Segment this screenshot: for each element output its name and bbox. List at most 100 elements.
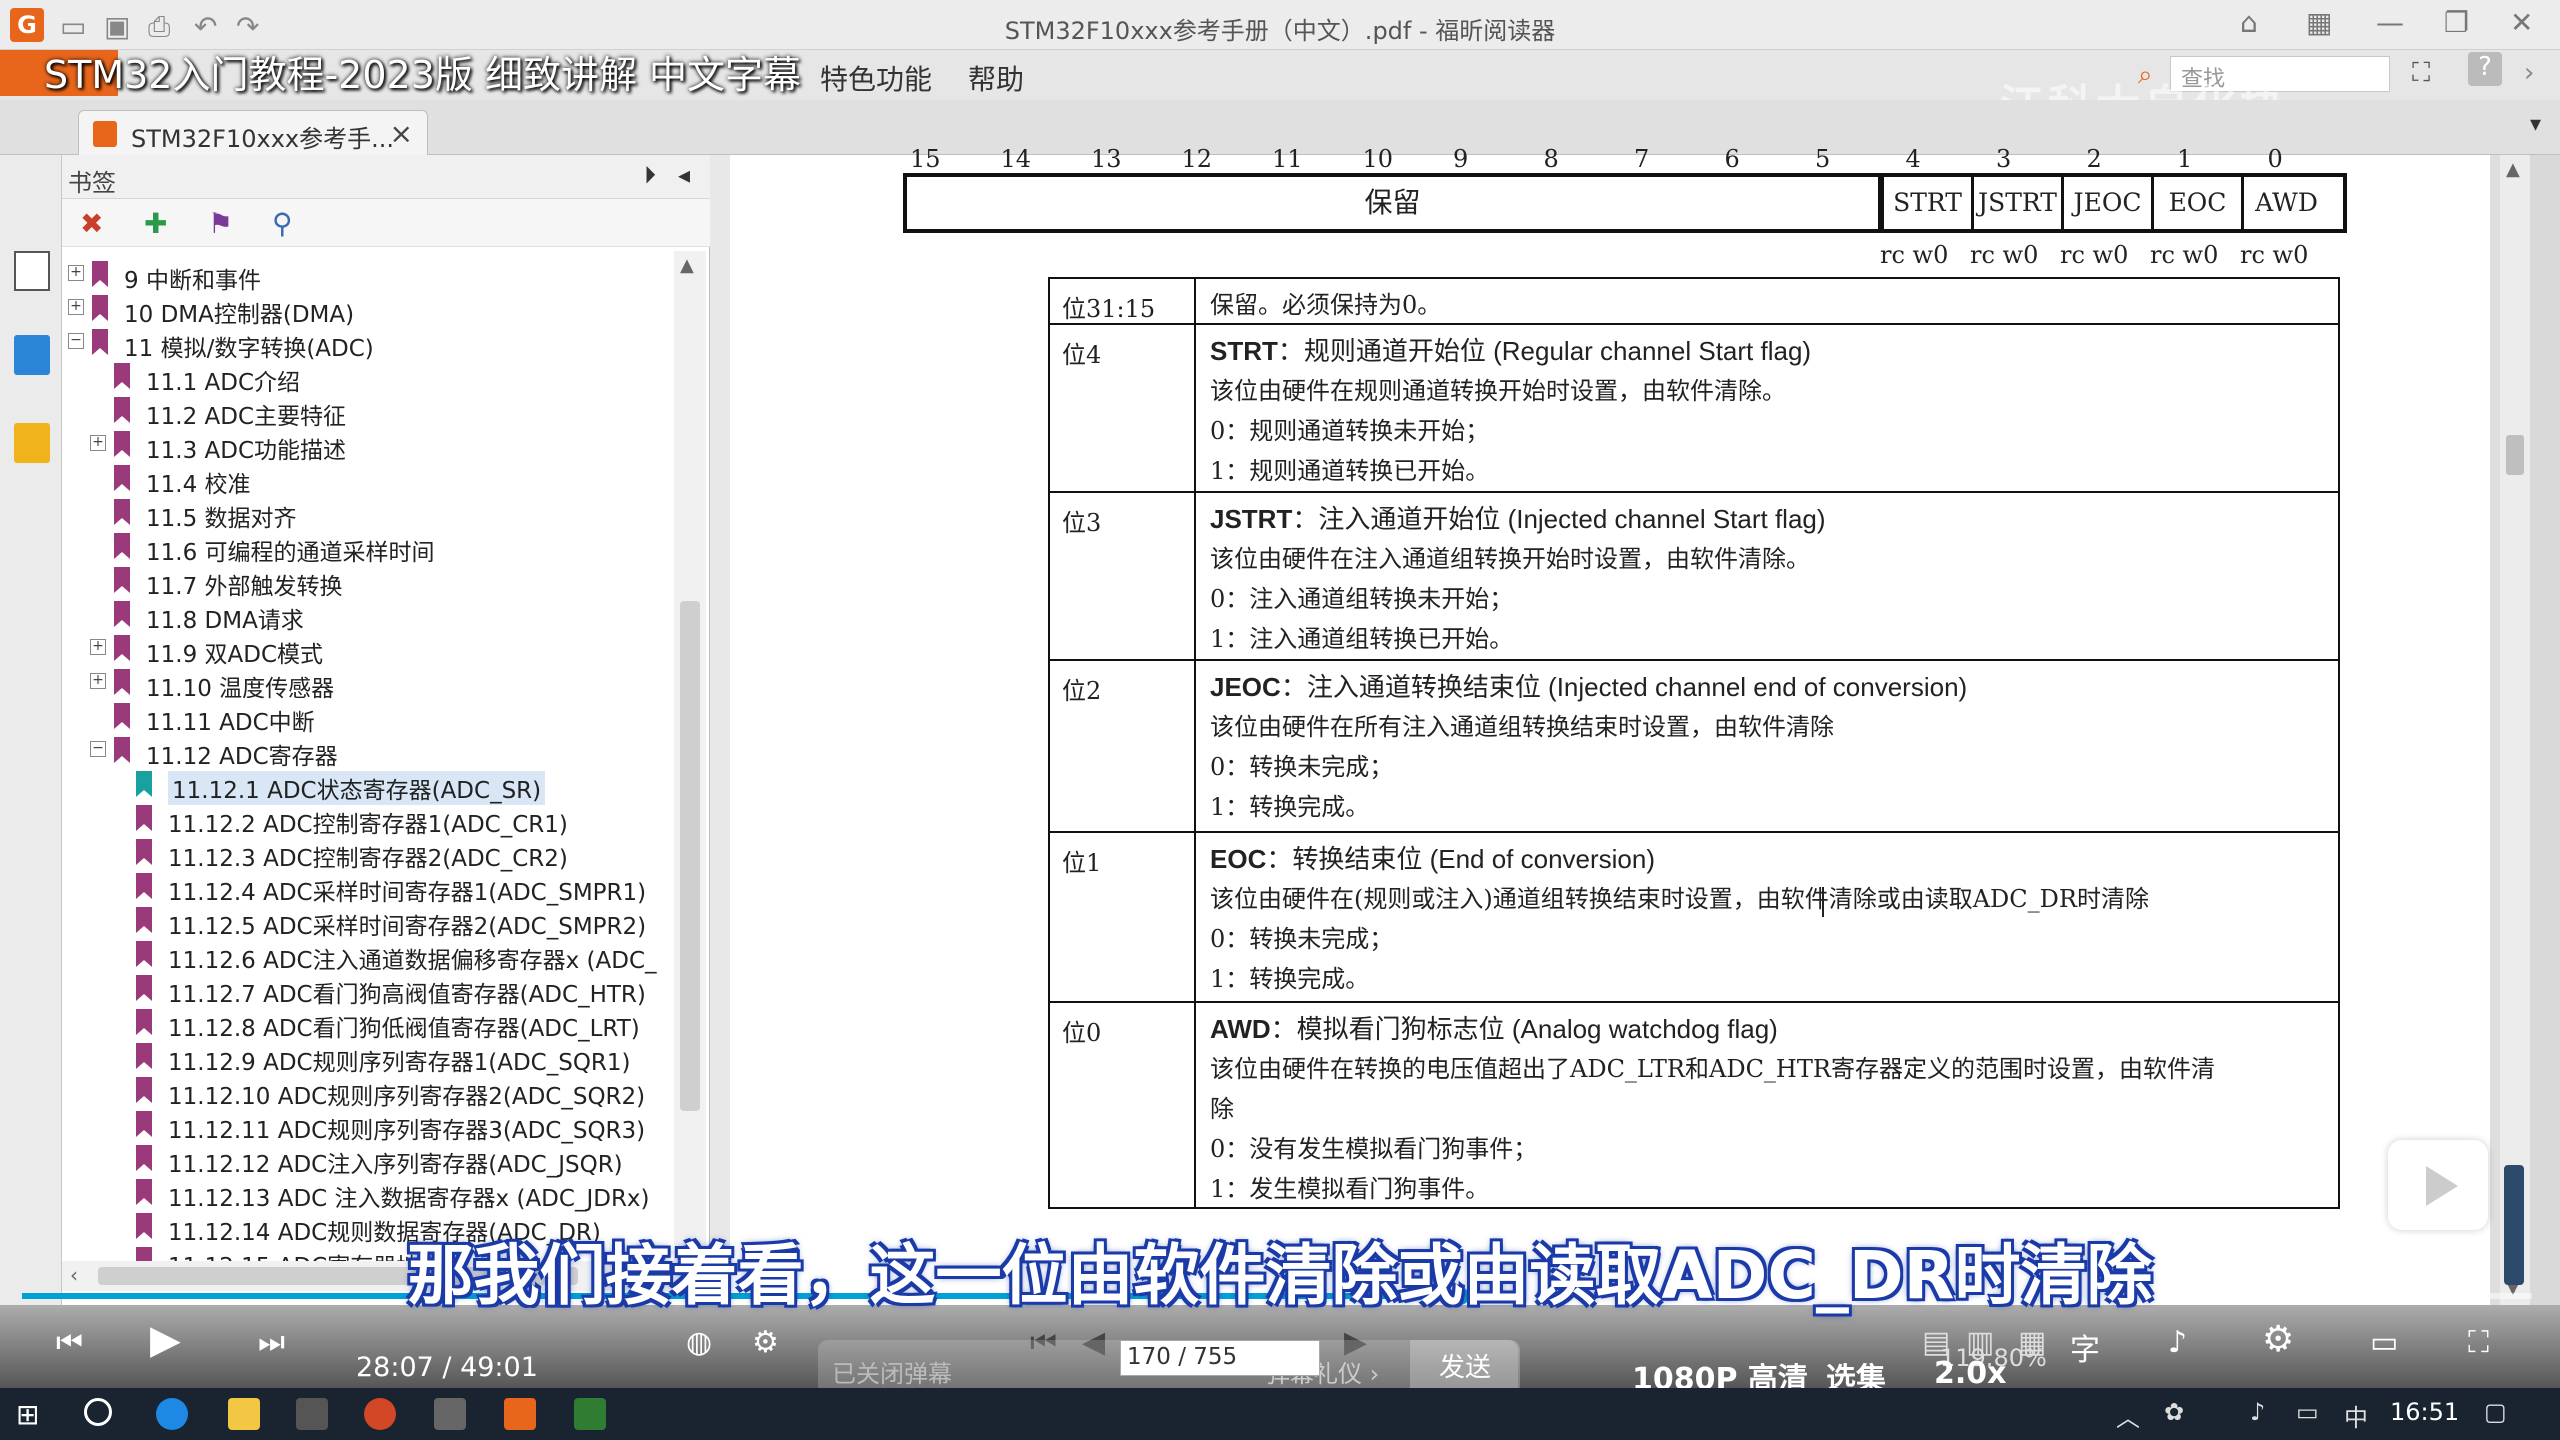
bookmark-item[interactable]: 11.12.7 ADC看门狗高阀值寄存器(ADC_HTR) xyxy=(62,973,662,1008)
volume-icon[interactable]: ♪ xyxy=(2168,1325,2187,1360)
bookmark-item[interactable]: 11.12.8 ADC看门狗低阀值寄存器(ADC_LRT) xyxy=(62,1007,662,1042)
panel-collapse-icon[interactable]: ◂ xyxy=(678,161,690,189)
bookmark-item[interactable]: 11.4 校准 xyxy=(62,463,662,498)
bookmark-item[interactable]: 11.11 ADC中断 xyxy=(62,701,662,736)
menu-item-help[interactable]: 帮助 xyxy=(968,58,1024,98)
bookmark-item[interactable]: 11.12.5 ADC采样时间寄存器2(ADC_SMPR2) xyxy=(62,905,662,940)
bit-number: 5 xyxy=(1815,145,1831,173)
notification-icon[interactable]: ▢ xyxy=(2484,1398,2507,1426)
bookmark-item[interactable]: 11.6 可编程的通道采样时间 xyxy=(62,531,662,566)
tree-expander-icon[interactable]: + xyxy=(68,299,84,315)
layout-icon[interactable]: ▦ xyxy=(2306,6,2332,39)
tree-expander-icon[interactable]: + xyxy=(90,435,106,451)
danmaku-settings-icon[interactable]: ⚙ xyxy=(752,1325,779,1360)
bookmark-item[interactable]: − 11 模拟/数字转换(ADC) xyxy=(62,327,662,362)
bookmark-item[interactable]: 11.1 ADC介绍 xyxy=(62,361,662,396)
edge-browser-icon[interactable] xyxy=(156,1398,188,1430)
panel-expand-icon[interactable]: ⏵ xyxy=(644,161,656,189)
bookmark-vertical-scrollbar[interactable]: ▲ xyxy=(674,251,706,1261)
tray-app-icon[interactable]: ✿ xyxy=(2164,1398,2184,1426)
bookmark-item[interactable]: 11.12.12 ADC注入序列寄存器(ADC_JSQR) xyxy=(62,1143,662,1178)
scroll-thumb[interactable] xyxy=(2506,435,2524,475)
bookmark-item[interactable]: 11.12.1 ADC状态寄存器(ADC_SR) xyxy=(62,769,662,805)
scroll-up-icon[interactable]: ▲ xyxy=(680,255,694,276)
bookmark-item[interactable]: 11.12.4 ADC采样时间寄存器1(ADC_SMPR1) xyxy=(62,871,662,906)
tab-overflow-icon[interactable]: ▾ xyxy=(2530,112,2541,137)
play-button-icon[interactable]: ▶ xyxy=(150,1317,181,1363)
add-bookmark-icon[interactable]: ✚ xyxy=(144,207,167,240)
bookmark-item[interactable]: 11.12.6 ADC注入通道数据偏移寄存器x (ADC_ xyxy=(62,939,662,974)
foxit-reader-icon[interactable] xyxy=(504,1398,536,1430)
tree-expander-icon[interactable]: + xyxy=(90,639,106,655)
bookmark-item[interactable]: 11.5 数据对齐 xyxy=(62,497,662,532)
next-icon[interactable]: ⏭ xyxy=(258,1325,285,1360)
search-circle-icon[interactable] xyxy=(84,1398,112,1426)
comments-panel-icon[interactable] xyxy=(14,423,50,463)
page-vertical-scrollbar[interactable]: ▲ ▼ xyxy=(2500,155,2530,1305)
bookmark-item[interactable]: 11.12.10 ADC规则序列寄存器2(ADC_SQR2) xyxy=(62,1075,662,1110)
expand-bookmark-icon[interactable]: ⚑ xyxy=(208,207,233,240)
tray-volume-icon[interactable]: ♪ xyxy=(2250,1398,2265,1426)
windows-start-icon[interactable]: ⊞ xyxy=(16,1398,48,1431)
chevron-right-icon[interactable]: › xyxy=(2524,58,2534,88)
tree-expander-icon[interactable]: + xyxy=(90,673,106,689)
bookmark-item[interactable]: 11.12.2 ADC控制寄存器1(ADC_CR1) xyxy=(62,803,662,838)
bit-field-awd: AWD xyxy=(2241,177,2329,229)
pages-panel-icon[interactable] xyxy=(14,335,50,375)
help-icon[interactable]: ? xyxy=(2468,52,2502,86)
tree-expander-icon[interactable]: + xyxy=(68,265,84,281)
file-explorer-icon[interactable] xyxy=(228,1398,260,1430)
bookmark-item[interactable]: 11.8 DMA请求 xyxy=(62,599,662,634)
tab-document[interactable]: STM32F10xxx参考手... × xyxy=(78,110,428,156)
speed-selector[interactable]: 2.0x xyxy=(1934,1356,2007,1391)
powerpoint-icon[interactable] xyxy=(364,1398,396,1430)
bookmark-item[interactable]: +11.9 双ADC模式 xyxy=(62,633,662,668)
menu-item-features[interactable]: 特色功能 xyxy=(820,58,932,98)
bookmark-item[interactable]: − 11.12 ADC寄存器 xyxy=(62,735,662,770)
keil-icon[interactable] xyxy=(574,1398,606,1430)
skin-icon[interactable]: ⌂ xyxy=(2240,6,2258,39)
scroll-thumb[interactable] xyxy=(680,601,700,1111)
mini-play-button[interactable] xyxy=(2388,1140,2488,1230)
bookmark-item[interactable]: 11.12.11 ADC规则序列寄存器3(ADC_SQR3) xyxy=(62,1109,662,1144)
field-title: ：注入通道转换结束位 (Injected channel end of conv… xyxy=(1280,672,1968,702)
bookmark-icon xyxy=(136,907,152,933)
bookmark-item[interactable]: +10 DMA控制器(DMA) xyxy=(62,293,662,328)
settings-icon[interactable]: ⚙ xyxy=(2262,1319,2294,1360)
close-window-icon[interactable]: ✕ xyxy=(2510,6,2533,39)
subtitle-icon[interactable]: 字 xyxy=(2070,1325,2100,1369)
bookmark-item[interactable]: +9 中断和事件 xyxy=(62,259,662,294)
fullscreen-player-icon[interactable]: ⛶ xyxy=(2468,1325,2489,1360)
access-type: rc w0 xyxy=(2150,241,2219,269)
bookmark-item[interactable]: 11.12.13 ADC 注入数据寄存器x (ADC_JDRx) xyxy=(62,1177,662,1212)
danmaku-toggle-icon[interactable]: ◍ xyxy=(686,1325,712,1360)
description-row: 位0 AWD：模拟看门狗标志位 (Analog watchdog flag) 该位由… xyxy=(1050,1001,2338,1207)
tray-expand-icon[interactable]: ︿ xyxy=(2116,1398,2140,1433)
description-row: 位4 STRT：规则通道开始位 (Regular channel Start fl… xyxy=(1050,323,2338,491)
picture-in-picture-icon[interactable]: ▭ xyxy=(2370,1325,2398,1360)
previous-icon[interactable]: ⏮ xyxy=(56,1325,83,1360)
tab-close-icon[interactable]: × xyxy=(390,117,413,150)
panel-splitter[interactable] xyxy=(710,155,730,1305)
bookmark-label: 11.12.11 ADC规则序列寄存器3(ADC_SQR3) xyxy=(168,1118,646,1144)
tree-expander-icon[interactable]: − xyxy=(90,741,106,757)
find-bookmark-icon[interactable]: ⚲ xyxy=(272,207,293,240)
camera-app-icon[interactable] xyxy=(296,1398,328,1430)
scroll-up-icon[interactable]: ▲ xyxy=(2506,159,2520,180)
fullscreen-icon[interactable]: ⛶ xyxy=(2412,58,2430,89)
restore-icon[interactable]: ❐ xyxy=(2444,6,2469,39)
bookmark-item[interactable]: 11.2 ADC主要特征 xyxy=(62,395,662,430)
minimize-icon[interactable]: — xyxy=(2376,6,2404,39)
input-method-indicator[interactable]: 中 xyxy=(2344,1398,2368,1433)
bookmark-item[interactable]: 11.12.3 ADC控制寄存器2(ADC_CR2) xyxy=(62,837,662,872)
bookmark-item[interactable]: 11.7 外部触发转换 xyxy=(62,565,662,600)
bookmark-item[interactable]: +11.10 温度传感器 xyxy=(62,667,662,702)
bookmark-item[interactable]: 11.12.9 ADC规则序列寄存器1(ADC_SQR1) xyxy=(62,1041,662,1076)
bookmark-item[interactable]: +11.3 ADC功能描述 xyxy=(62,429,662,464)
photos-app-icon[interactable] xyxy=(434,1398,466,1430)
page-number-input[interactable]: 170 / 755 xyxy=(1120,1340,1320,1376)
bookmark-panel-icon[interactable] xyxy=(14,251,50,291)
delete-bookmark-icon[interactable]: ✖ xyxy=(80,207,103,240)
tree-expander-icon[interactable]: − xyxy=(68,333,84,349)
tray-battery-icon[interactable]: ▭ xyxy=(2296,1398,2319,1426)
